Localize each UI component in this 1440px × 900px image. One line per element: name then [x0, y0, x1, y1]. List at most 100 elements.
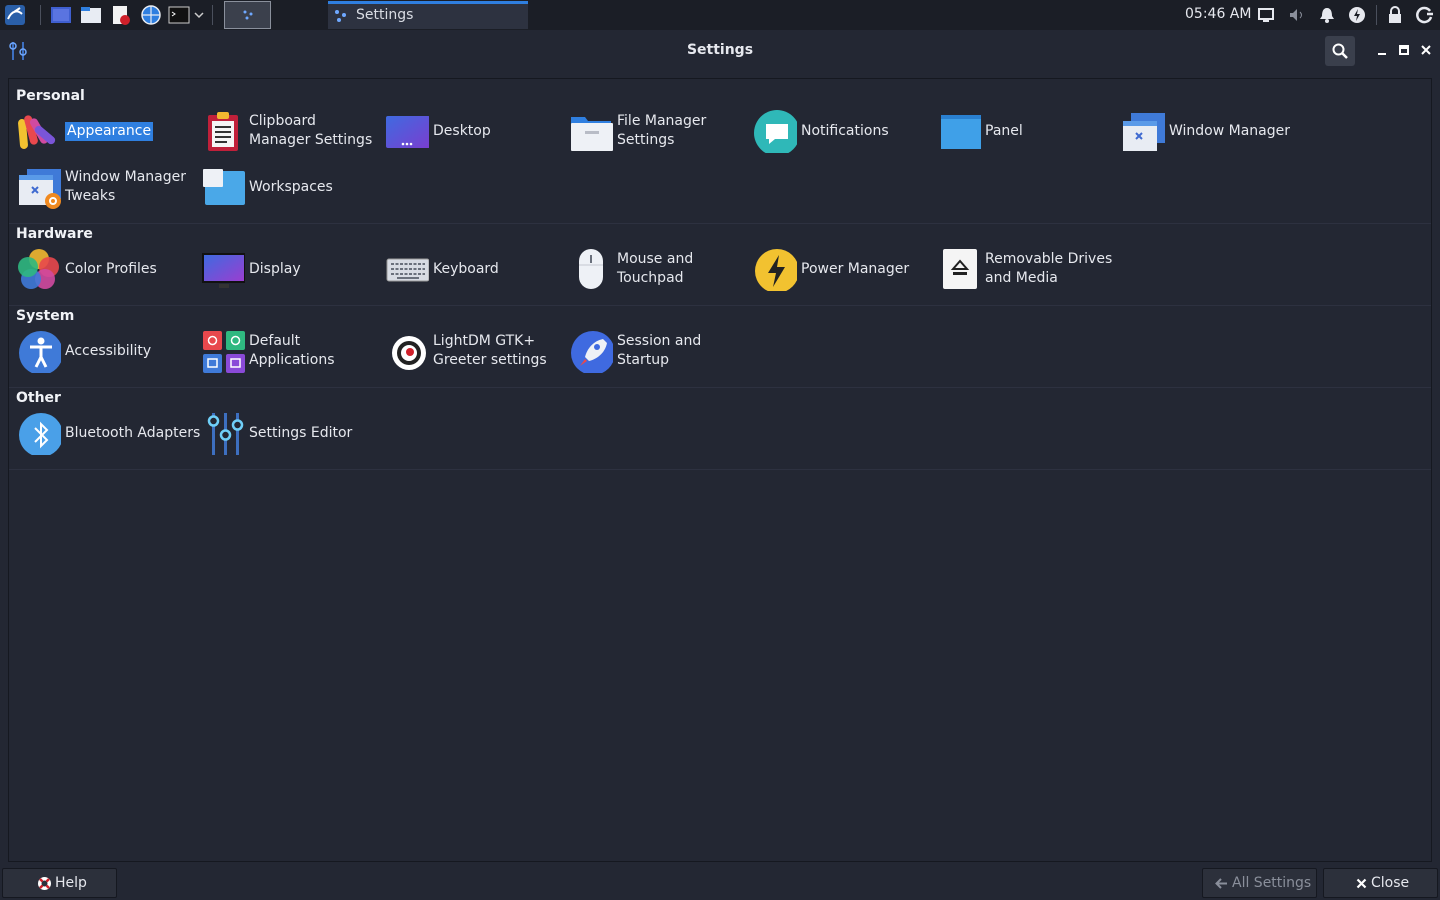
section-title-other: Other: [16, 390, 61, 406]
kali-menu-icon[interactable]: [4, 4, 26, 26]
taskbar-separator: [212, 5, 213, 25]
terminal-icon[interactable]: [168, 4, 190, 26]
file-manager-folder-icon: [571, 117, 613, 151]
settings-item-panel[interactable]: Panel: [937, 107, 1121, 155]
settings-item-label: Clipboard Manager Settings: [249, 113, 373, 148]
logout-icon[interactable]: [1416, 6, 1434, 24]
lock-screen-icon[interactable]: [1386, 6, 1404, 24]
search-icon: [1332, 43, 1348, 59]
help-button-label: Help: [55, 875, 87, 891]
settings-item-desktop[interactable]: Desktop: [385, 107, 569, 155]
settings-item-label: Appearance: [65, 121, 154, 141]
accessibility-icon: [19, 331, 61, 373]
volume-icon[interactable]: [1288, 6, 1306, 24]
mouse-icon: [579, 249, 603, 289]
eject-drive-icon: [943, 249, 977, 289]
workspaces-icon: [203, 169, 245, 205]
settings-item-label: Window Manager Tweaks: [65, 169, 187, 204]
settings-item-label: Desktop: [433, 122, 491, 139]
minimize-button[interactable]: [1374, 42, 1390, 58]
settings-item-label: Mouse and Touchpad: [617, 251, 694, 286]
taskbar-window-settings[interactable]: Settings: [328, 1, 528, 29]
settings-app-icon: [243, 10, 253, 20]
settings-item-settings-editor[interactable]: Settings Editor: [201, 409, 385, 457]
arrow-left-icon: [1215, 878, 1227, 889]
settings-item-default-applications[interactable]: Default Applications: [201, 327, 385, 375]
help-lifebuoy-icon: [38, 877, 51, 890]
settings-item-color-profiles[interactable]: Color Profiles: [17, 245, 201, 293]
settings-app-icon: [335, 10, 346, 22]
close-icon: [1356, 878, 1367, 889]
settings-item-label: Display: [249, 260, 301, 277]
settings-item-label: Session and Startup: [617, 333, 702, 368]
text-editor-icon[interactable]: [110, 4, 132, 26]
workspace-switcher[interactable]: [224, 1, 271, 29]
window-titlebar[interactable]: Settings: [0, 30, 1440, 72]
settings-item-window-manager-tweaks[interactable]: Window Manager Tweaks: [17, 163, 201, 211]
settings-item-accessibility[interactable]: Accessibility: [17, 327, 201, 375]
settings-item-bluetooth-adapters[interactable]: Bluetooth Adapters: [17, 409, 201, 457]
help-button[interactable]: Help: [2, 868, 117, 898]
display-tray-icon[interactable]: [1257, 6, 1275, 24]
window-manager-icon: [1123, 113, 1165, 151]
section-divider: [9, 223, 1431, 224]
chevron-down-icon[interactable]: [194, 10, 204, 20]
window-manager-tweaks-icon: [19, 169, 61, 209]
section-divider: [9, 305, 1431, 306]
web-browser-icon[interactable]: [140, 4, 162, 26]
settings-content: Personal Appearance Clipboard Manager Se…: [8, 78, 1432, 862]
power-manager-icon: [755, 249, 797, 291]
settings-item-clipboard-manager[interactable]: Clipboard Manager Settings: [201, 107, 385, 155]
settings-item-workspaces[interactable]: Workspaces: [201, 163, 385, 211]
dialog-button-bar: Help All Settings Close: [0, 862, 1440, 900]
close-button-label: Close: [1371, 875, 1410, 891]
settings-item-mouse-touchpad[interactable]: Mouse and Touchpad: [569, 245, 753, 293]
notifications-icon: [754, 110, 797, 153]
power-tray-icon[interactable]: [1348, 6, 1366, 24]
close-button[interactable]: Close: [1323, 868, 1438, 898]
settings-item-removable-drives[interactable]: Removable Drives and Media: [937, 245, 1121, 293]
settings-item-session-startup[interactable]: Session and Startup: [569, 327, 753, 375]
appearance-icon: [18, 115, 56, 149]
close-window-button[interactable]: [1418, 42, 1434, 58]
maximize-button[interactable]: [1396, 42, 1412, 58]
taskbar-window-label: Settings: [356, 7, 414, 23]
settings-item-appearance[interactable]: Appearance: [17, 107, 201, 155]
settings-item-label: Keyboard: [433, 260, 499, 277]
settings-item-power-manager[interactable]: Power Manager: [753, 245, 937, 293]
search-button[interactable]: [1325, 36, 1355, 66]
taskbar-separator: [40, 5, 41, 25]
color-profiles-icon: [18, 249, 59, 289]
settings-editor-icon: [207, 413, 244, 455]
settings-item-lightdm-greeter[interactable]: LightDM GTK+ Greeter settings: [385, 327, 569, 375]
settings-item-keyboard[interactable]: Keyboard: [385, 245, 569, 293]
section-divider: [9, 469, 1431, 470]
settings-item-display[interactable]: Display: [201, 245, 385, 293]
show-desktop-icon[interactable]: [50, 4, 72, 26]
all-settings-button[interactable]: All Settings: [1202, 868, 1317, 898]
taskbar: Settings 05:46 AM: [0, 0, 1440, 30]
settings-item-file-manager[interactable]: File Manager Settings: [569, 107, 753, 155]
all-settings-label: All Settings: [1232, 875, 1312, 891]
notification-bell-icon[interactable]: [1318, 6, 1336, 24]
keyboard-icon: [386, 258, 429, 282]
settings-item-label: Bluetooth Adapters: [65, 424, 201, 441]
display-icon: [202, 253, 245, 288]
settings-item-label: Color Profiles: [65, 260, 157, 277]
settings-item-label: LightDM GTK+ Greeter settings: [433, 333, 547, 368]
clock[interactable]: 05:46 AM: [1185, 6, 1251, 22]
settings-item-label: Default Applications: [249, 333, 335, 368]
settings-item-label: File Manager Settings: [617, 113, 707, 148]
file-manager-icon[interactable]: [80, 4, 102, 26]
settings-item-label: Workspaces: [249, 178, 333, 195]
settings-item-label: Notifications: [801, 122, 889, 139]
settings-item-label: Panel: [985, 122, 1023, 139]
section-divider: [9, 387, 1431, 388]
bluetooth-icon: [19, 413, 61, 455]
settings-item-notifications[interactable]: Notifications: [753, 107, 937, 155]
default-applications-icon: [203, 331, 245, 373]
settings-item-window-manager[interactable]: Window Manager: [1121, 107, 1305, 155]
desktop-icon: [386, 116, 429, 148]
lightdm-greeter-icon: [392, 336, 426, 370]
taskbar-separator: [1376, 5, 1377, 25]
